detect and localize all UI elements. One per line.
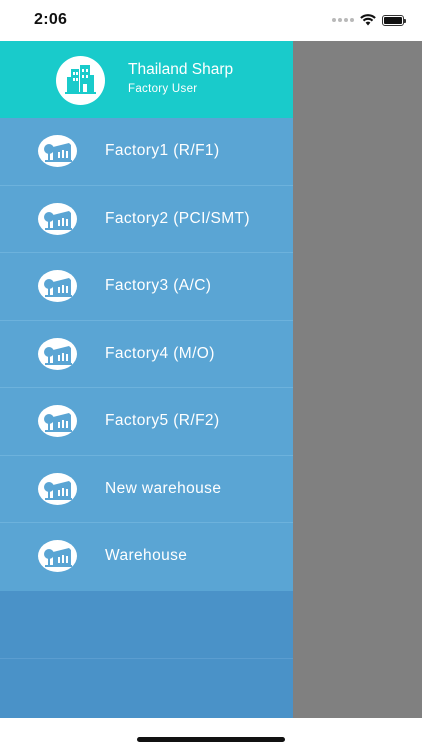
menu-item-label: Factory3 (A/C) [105,277,212,294]
menu-item-factory4[interactable]: Factory4 (M/O) [0,321,293,388]
menu-item-factory3[interactable]: Factory3 (A/C) [0,253,293,321]
app-screen: 2:06 Thailand Sharp Factory User Factory… [0,0,422,750]
factory-icon [38,472,77,505]
menu-list: Factory1 (R/F1) Factory2 (PCI/SMT) Facto… [0,118,293,591]
battery-icon [382,14,406,26]
home-indicator[interactable] [137,737,285,742]
drawer-header: Thailand Sharp Factory User [0,41,293,118]
status-icons [332,13,406,27]
building-icon [56,56,105,105]
divider [0,657,293,659]
menu-item-new-warehouse[interactable]: New warehouse [0,456,293,523]
menu-item-factory1[interactable]: Factory1 (R/F1) [0,118,293,186]
factory-icon [38,337,77,370]
factory-icon [38,405,77,437]
menu-item-label: Factory4 (M/O) [105,344,215,362]
drawer-dim-overlay[interactable] [293,41,422,718]
signal-dots-icon [332,18,354,22]
status-bar: 2:06 [0,0,422,41]
side-drawer: Thailand Sharp Factory User Factory1 (R/… [0,41,293,718]
menu-item-warehouse[interactable]: Warehouse [0,523,293,591]
wifi-icon [360,14,376,26]
factory-icon [38,135,77,167]
menu-item-label: Factory2 (PCI/SMT) [105,209,250,227]
menu-item-label: New warehouse [105,479,222,497]
menu-item-factory2[interactable]: Factory2 (PCI/SMT) [0,186,293,253]
menu-item-label: Factory5 (R/F2) [105,412,220,429]
status-time: 2:06 [34,11,68,28]
factory-icon [38,202,77,235]
factory-icon [38,270,77,302]
header-title: Thailand Sharp [128,61,234,78]
header-subtitle: Factory User [128,83,198,95]
menu-item-label: Factory1 (R/F1) [105,142,220,159]
menu-item-factory5[interactable]: Factory5 (R/F2) [0,388,293,456]
factory-icon [38,540,77,572]
menu-item-label: Warehouse [105,547,188,564]
drawer-empty-area [0,591,293,718]
